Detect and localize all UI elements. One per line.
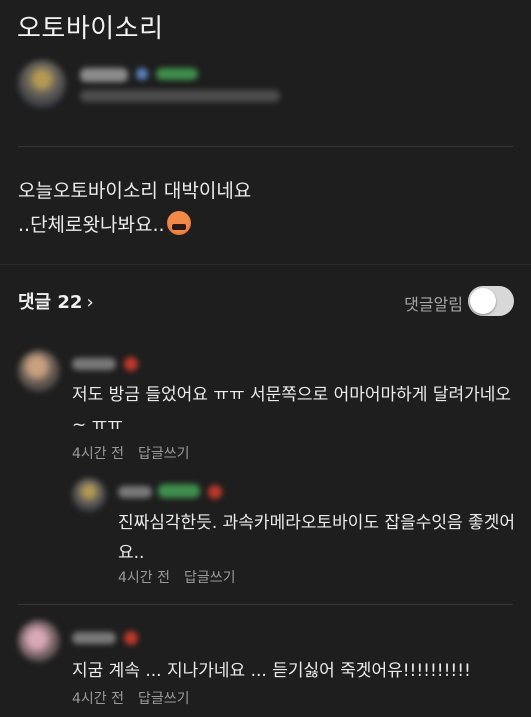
comments-count-label: 댓글 22 bbox=[18, 292, 83, 313]
reply-meta: 4시간 전 답글쓰기 bbox=[118, 567, 236, 587]
reply-time: 4시간 전 bbox=[118, 570, 170, 586]
reply-text: 진짜심각한듯. 과속카메라오토바이도 잡을수잇음 좋겟어요.. bbox=[118, 513, 515, 563]
reply-button[interactable]: 답글쓰기 bbox=[184, 570, 236, 586]
comment-text: 저도 방금 들었어요 ㅠㅠ 서문쪽으로 어마어마하게 달려가네오~ ㅠㅠ bbox=[72, 385, 512, 435]
divider bbox=[18, 604, 513, 605]
reply-tag-blurred bbox=[158, 484, 200, 498]
post-line-1: 오늘오토바이소리 대박이네요 bbox=[18, 180, 252, 202]
angry-face-icon bbox=[166, 211, 191, 235]
post-body: 오늘오토바이소리 대박이네요 ..단체로왓나봐요.. bbox=[18, 174, 508, 242]
post-author[interactable] bbox=[18, 60, 518, 120]
divider bbox=[18, 146, 513, 147]
commenter-avatar[interactable] bbox=[18, 620, 60, 662]
comment-text: 지굼 계속 ... 지나가네요 ... 듣기싫어 죽겟어유!!!!!!!!!! bbox=[72, 661, 471, 681]
reply-button[interactable]: 답글쓰기 bbox=[138, 446, 190, 462]
comment-notify-toggle[interactable] bbox=[468, 286, 514, 316]
comment-meta: 4시간 전 답글쓰기 bbox=[72, 688, 190, 708]
commenter-avatar[interactable] bbox=[18, 350, 60, 392]
commenter-badge-icon bbox=[124, 357, 138, 371]
author-name-blurred bbox=[80, 68, 128, 82]
commenter-name-blurred bbox=[72, 632, 116, 644]
comment-item: 저도 방금 들었어요 ㅠㅠ 서문쪽으로 어마어마하게 달려가네오~ ㅠㅠ 4시간… bbox=[0, 344, 531, 464]
author-avatar[interactable] bbox=[18, 60, 66, 108]
comment-item: 지굼 계속 ... 지나가네요 ... 듣기싫어 죽겟어유!!!!!!!!!! … bbox=[0, 618, 531, 717]
reply-button[interactable]: 답글쓰기 bbox=[138, 691, 190, 707]
comments-count-link[interactable]: 댓글 22 › bbox=[18, 288, 94, 314]
reply-badge-icon bbox=[208, 485, 222, 499]
comment-meta: 4시간 전 답글쓰기 bbox=[72, 443, 190, 463]
section-divider bbox=[0, 264, 531, 265]
page-title: 오토바이소리 bbox=[17, 14, 164, 44]
reply-item: 진짜심각한듯. 과속카메라오토바이도 잡을수잇음 좋겟어요.. 4시간 전 답글쓰… bbox=[0, 474, 531, 589]
comment-notify-label: 댓글알림 bbox=[404, 295, 463, 314]
reply-name-blurred bbox=[118, 486, 152, 498]
comment-time: 4시간 전 bbox=[72, 691, 124, 707]
commenter-name-blurred bbox=[72, 358, 116, 370]
comment-time: 4시간 전 bbox=[72, 446, 124, 462]
toggle-knob bbox=[470, 288, 496, 314]
author-badge-icon bbox=[136, 68, 148, 80]
reply-avatar[interactable] bbox=[72, 478, 106, 512]
author-tag-blurred bbox=[156, 68, 198, 80]
post-line-2: ..단체로왓나봐요.. bbox=[18, 214, 165, 236]
chevron-right-icon: › bbox=[86, 292, 94, 313]
commenter-badge-icon bbox=[124, 631, 138, 645]
post-meta-blurred bbox=[80, 90, 280, 102]
